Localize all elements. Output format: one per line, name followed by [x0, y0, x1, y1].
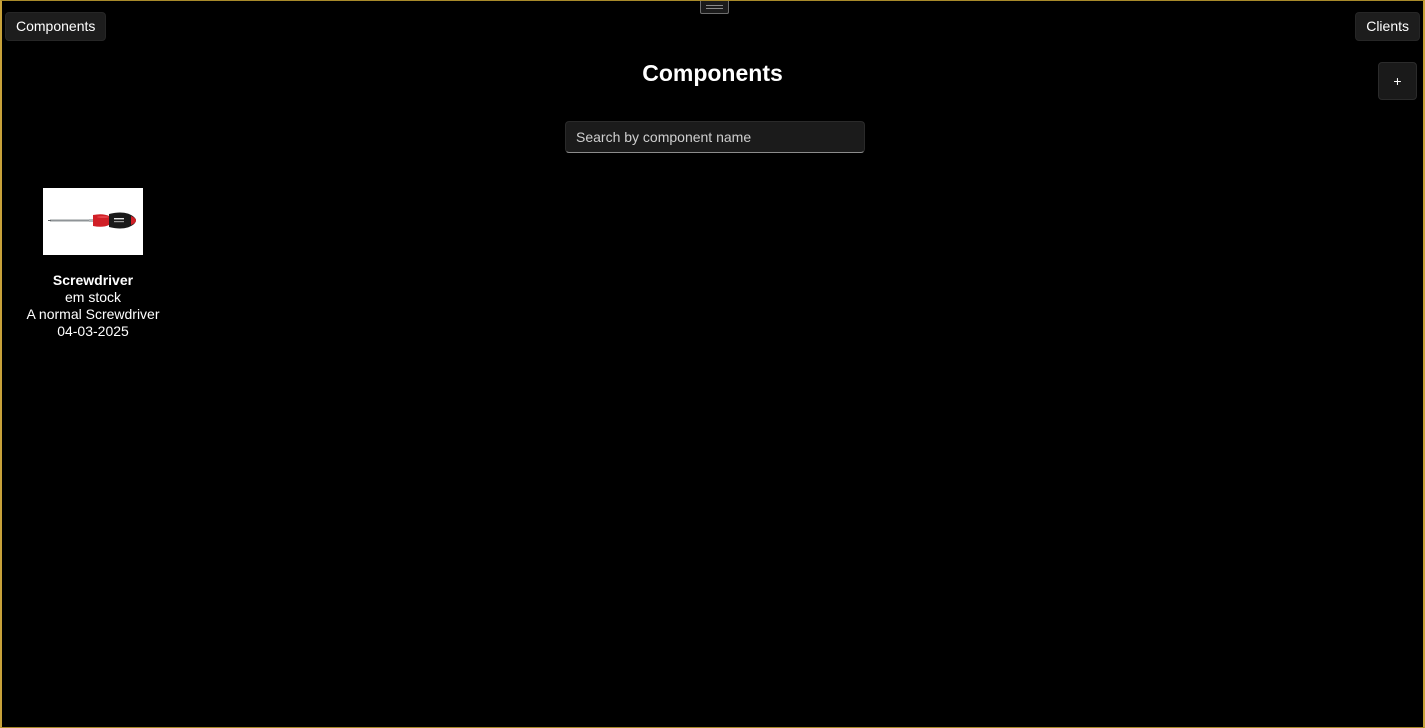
search-input[interactable] [565, 121, 865, 153]
component-date: 04-03-2025 [57, 323, 129, 339]
component-card[interactable]: Screwdriver em stock A normal Screwdrive… [22, 188, 164, 340]
components-nav-button[interactable]: Components [5, 12, 107, 41]
screwdriver-icon [48, 212, 136, 229]
page-title: Components [642, 60, 783, 86]
add-component-button[interactable]: + [1378, 62, 1417, 100]
component-image [43, 188, 143, 255]
window-drag-handle[interactable] [700, 1, 729, 14]
component-description: A normal Screwdriver [26, 306, 160, 322]
app-window: Components Clients Components + Search b… [0, 0, 1425, 728]
component-status: em stock [64, 289, 121, 305]
clients-nav-button[interactable]: Clients [1355, 12, 1420, 41]
component-name: Screwdriver [52, 272, 134, 288]
